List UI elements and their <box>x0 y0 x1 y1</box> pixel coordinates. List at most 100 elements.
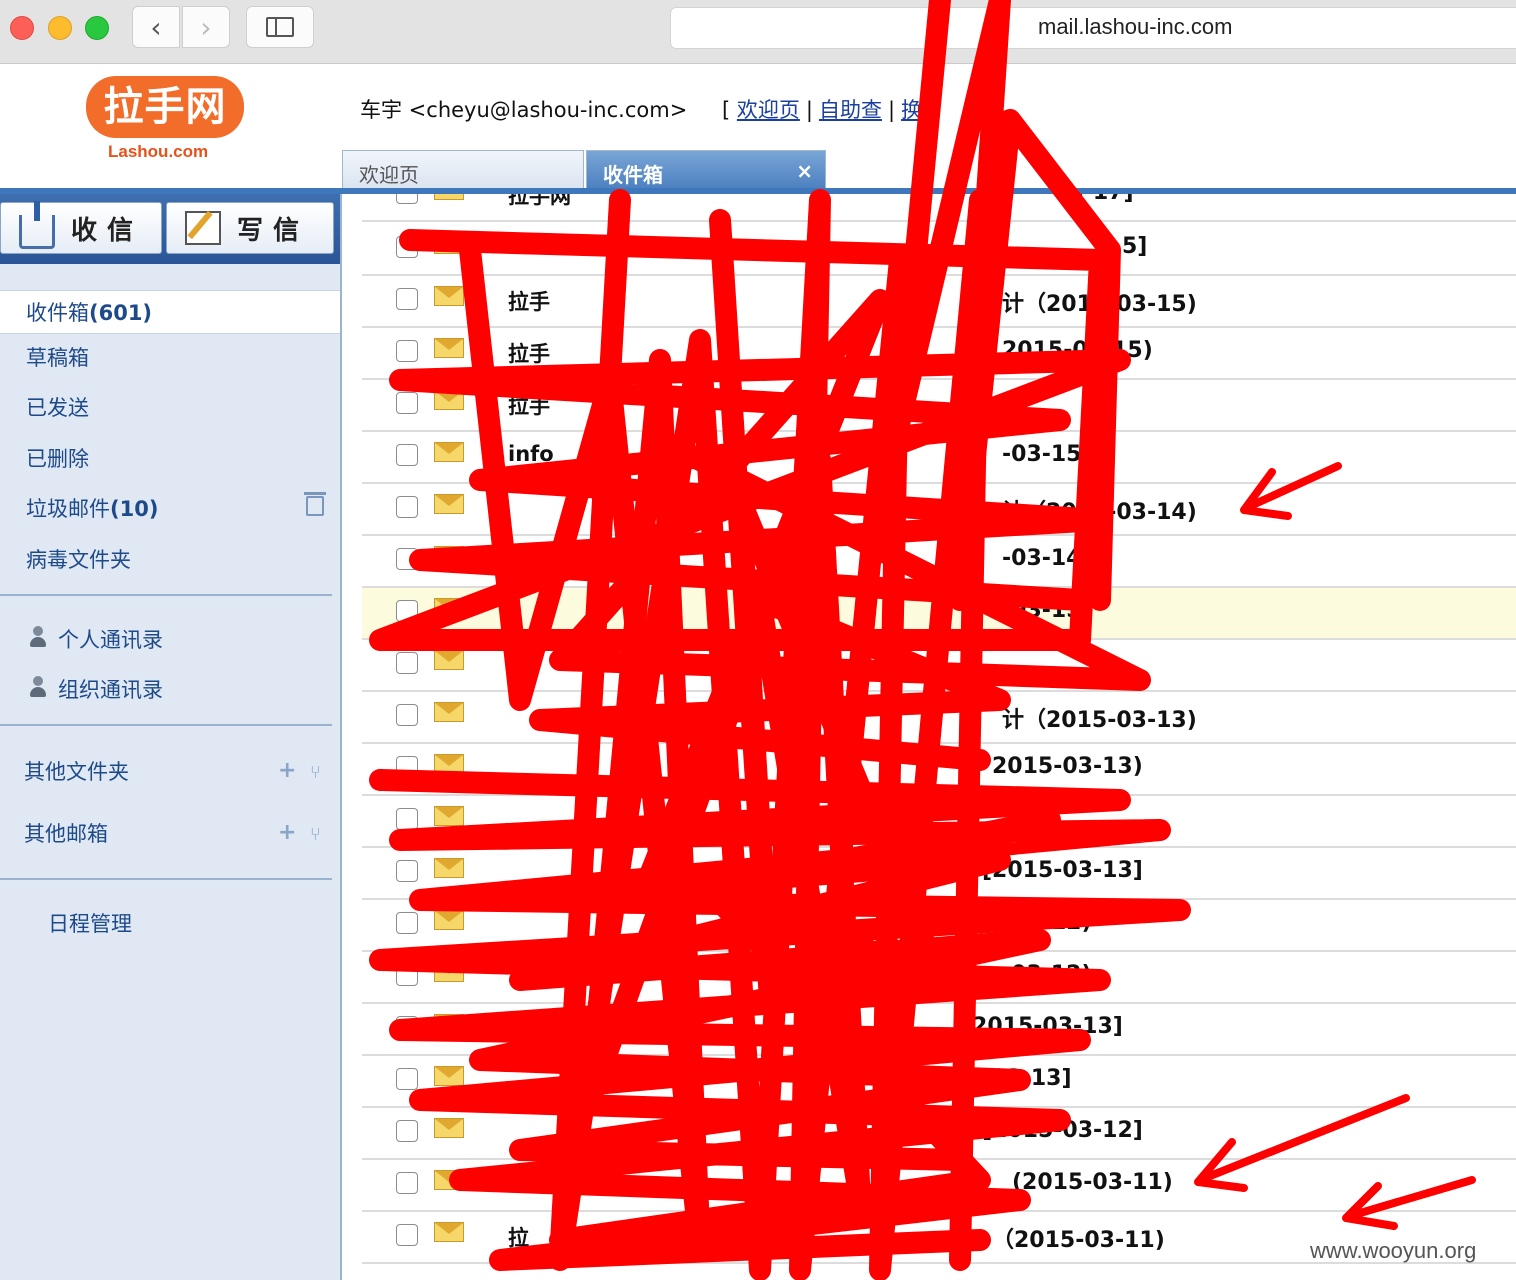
close-icon[interactable]: × <box>796 159 813 183</box>
user-account: 车宇 <cheyu@lashou-inc.com> <box>360 98 688 122</box>
manage-mailboxes-icon[interactable]: ⑂ <box>310 824 321 845</box>
mail-row[interactable]: [2015-03-13] <box>362 1004 1516 1056</box>
mail-row[interactable]: (2015-03-11) <box>362 1160 1516 1212</box>
mail-checkbox[interactable] <box>396 548 418 570</box>
sidebar-item-sent[interactable]: 已发送 <box>26 392 89 422</box>
group-icon <box>28 676 48 698</box>
manage-folders-icon[interactable]: ⑂ <box>310 762 321 783</box>
mail-checkbox[interactable] <box>396 912 418 934</box>
envelope-icon <box>434 234 464 254</box>
envelope-icon <box>434 546 464 566</box>
mail-checkbox[interactable] <box>396 1224 418 1246</box>
link-separator: | <box>805 98 813 122</box>
self-help-link[interactable]: 自助查 <box>819 98 882 122</box>
add-mailbox-icon[interactable]: + <box>278 820 296 845</box>
mail-checkbox[interactable] <box>396 340 418 362</box>
tab-welcome[interactable]: 欢迎页 <box>342 150 584 190</box>
tab-inbox[interactable]: 收件箱 × <box>586 150 826 190</box>
mail-checkbox[interactable] <box>396 860 418 882</box>
envelope-icon <box>434 338 464 358</box>
sidebar-item-virus[interactable]: 病毒文件夹 <box>26 544 131 574</box>
mail-checkbox[interactable] <box>396 652 418 674</box>
mail-date: （2015-03-11) <box>992 1228 1165 1253</box>
sidebar-item-org-contacts[interactable]: 组织通讯录 <box>58 674 163 704</box>
mail-checkbox[interactable] <box>396 288 418 310</box>
mail-sender: 拉手 <box>508 342 550 366</box>
mail-checkbox[interactable] <box>396 964 418 986</box>
user-info: 车宇 <cheyu@lashou-inc.com> [ 欢迎页 | 自助查 | 换] <box>360 94 940 124</box>
empty-spam-icon[interactable] <box>304 492 326 516</box>
back-button[interactable]: ‹ <box>132 6 180 48</box>
mail-checkbox[interactable] <box>396 194 418 204</box>
mail-row[interactable]: -03-15] <box>362 588 1516 640</box>
mail-row[interactable]: 2015-03-13) <box>362 744 1516 796</box>
mail-checkbox[interactable] <box>396 1120 418 1142</box>
mail-row[interactable]: 计（2015-03-13) <box>362 692 1516 744</box>
sidebar-item-other-folders[interactable]: 其他文件夹 <box>24 756 129 786</box>
mail-row[interactable]: -03-12) <box>362 952 1516 1004</box>
divider <box>0 878 332 880</box>
zoom-window-button[interactable] <box>85 16 109 40</box>
mail-row[interactable] <box>362 796 1516 848</box>
add-folder-icon[interactable]: + <box>278 758 296 783</box>
mail-checkbox[interactable] <box>396 600 418 622</box>
mail-row[interactable]: info -03-15] <box>362 432 1516 484</box>
skin-link[interactable]: 换 <box>901 98 922 122</box>
mail-checkbox[interactable] <box>396 704 418 726</box>
mail-row[interactable]: -03-14) <box>362 536 1516 588</box>
mail-row[interactable]: -03-12) <box>362 900 1516 952</box>
mail-row[interactable]: 5] <box>362 224 1516 276</box>
sidebar-item-personal-contacts[interactable]: 个人通讯录 <box>58 624 163 654</box>
mail-row[interactable]: 计（2015-03-14) <box>362 484 1516 536</box>
mail-checkbox[interactable] <box>396 236 418 258</box>
envelope-icon <box>434 194 464 200</box>
sidebar-item-drafts[interactable]: 草稿箱 <box>26 342 89 372</box>
receive-button[interactable]: 收信 <box>0 201 162 254</box>
mail-row[interactable]: [2015-03-12] <box>362 1108 1516 1160</box>
mail-row[interactable]: [2015-03-13] <box>362 848 1516 900</box>
mail-date: 5] <box>1122 234 1148 259</box>
mail-date: -03-12) <box>1002 962 1092 987</box>
minimize-window-button[interactable] <box>48 16 72 40</box>
mail-checkbox[interactable] <box>396 1016 418 1038</box>
mail-date: -03-15] <box>1002 442 1092 467</box>
sidebar-toggle-button[interactable] <box>246 6 314 48</box>
envelope-icon <box>434 754 464 774</box>
mail-row[interactable]: 拉手 2015-03-15) <box>362 328 1516 380</box>
compose-label: 写信 <box>237 215 310 246</box>
close-window-button[interactable] <box>10 16 34 40</box>
receive-label: 收信 <box>71 215 144 246</box>
sidebar-item-spam[interactable]: 垃圾邮件(10) <box>26 493 158 523</box>
mail-checkbox[interactable] <box>396 444 418 466</box>
lashou-logo[interactable]: 拉手网 Lashou.com <box>86 76 246 166</box>
link-separator: | <box>887 98 896 122</box>
mail-checkbox[interactable] <box>396 1172 418 1194</box>
mail-row[interactable]: 拉手网 -03-17] <box>362 194 1516 222</box>
mail-checkbox[interactable] <box>396 808 418 830</box>
mail-row[interactable]: -03-13] <box>362 1056 1516 1108</box>
mail-row[interactable] <box>362 640 1516 692</box>
sidebar-item-deleted[interactable]: 已删除 <box>26 443 89 473</box>
divider <box>0 594 332 596</box>
mail-row[interactable]: 拉手 计（2015-03-15) <box>362 276 1516 328</box>
mail-list: 拉手网 -03-17] 5] 拉手 计（2015-03-15) 拉手 2015-03-15)… <box>362 194 1516 1280</box>
sidebar-item-calendar[interactable]: 日程管理 <box>48 908 132 938</box>
envelope-icon <box>434 806 464 826</box>
sidebar-icon <box>266 17 294 37</box>
welcome-link[interactable]: 欢迎页 <box>737 98 800 122</box>
envelope-icon <box>434 494 464 514</box>
sidebar-item-other-mailboxes[interactable]: 其他邮箱 <box>24 818 108 848</box>
mail-checkbox[interactable] <box>396 1068 418 1090</box>
mail-date: [2015-03-12] <box>982 1118 1143 1143</box>
mail-row[interactable]: 拉手] <box>362 380 1516 432</box>
mail-checkbox[interactable] <box>396 496 418 518</box>
mail-checkbox[interactable] <box>396 756 418 778</box>
chevron-right-icon: › <box>200 10 212 44</box>
mail-checkbox[interactable] <box>396 392 418 414</box>
envelope-icon <box>434 598 464 618</box>
spam-count: (10) <box>110 497 159 521</box>
forward-button[interactable]: › <box>182 6 230 48</box>
compose-button[interactable]: 写信 <box>166 202 334 254</box>
sidebar-item-inbox[interactable]: 收件箱(601) <box>0 290 340 334</box>
envelope-icon <box>434 910 464 930</box>
